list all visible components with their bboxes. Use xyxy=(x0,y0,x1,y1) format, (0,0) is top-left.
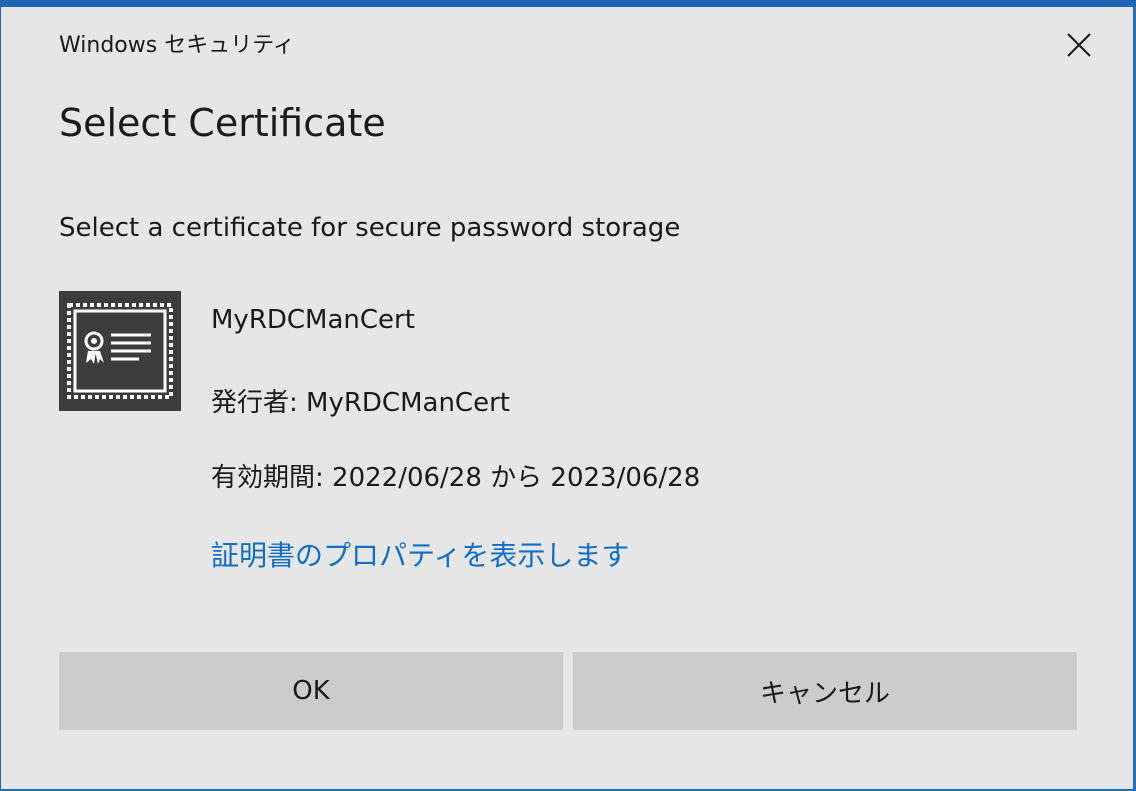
close-button[interactable] xyxy=(1051,21,1107,69)
certificate-issuer: 発行者: MyRDCManCert xyxy=(211,388,510,418)
certificate-name: MyRDCManCert xyxy=(211,305,415,335)
certificate-properties-link[interactable]: 証明書のプロパティを表示します xyxy=(211,534,629,574)
dialog-description: Select a certificate for secure password… xyxy=(59,213,681,243)
close-icon xyxy=(1067,33,1091,57)
cancel-button-label: キャンセル xyxy=(759,678,890,709)
dialog-title: Windows セキュリティ xyxy=(59,33,295,58)
security-dialog: Windows セキュリティ Select Certificate Select… xyxy=(0,6,1134,790)
ok-button[interactable]: OK xyxy=(59,652,563,730)
cancel-button[interactable]: キャンセル xyxy=(573,652,1077,730)
certificate-validity: 有効期間: 2022/06/28 から 2023/06/28 xyxy=(211,463,701,493)
certificate-icon xyxy=(59,291,181,411)
ok-button-label: OK xyxy=(292,676,330,706)
dialog-heading: Select Certificate xyxy=(59,101,386,145)
